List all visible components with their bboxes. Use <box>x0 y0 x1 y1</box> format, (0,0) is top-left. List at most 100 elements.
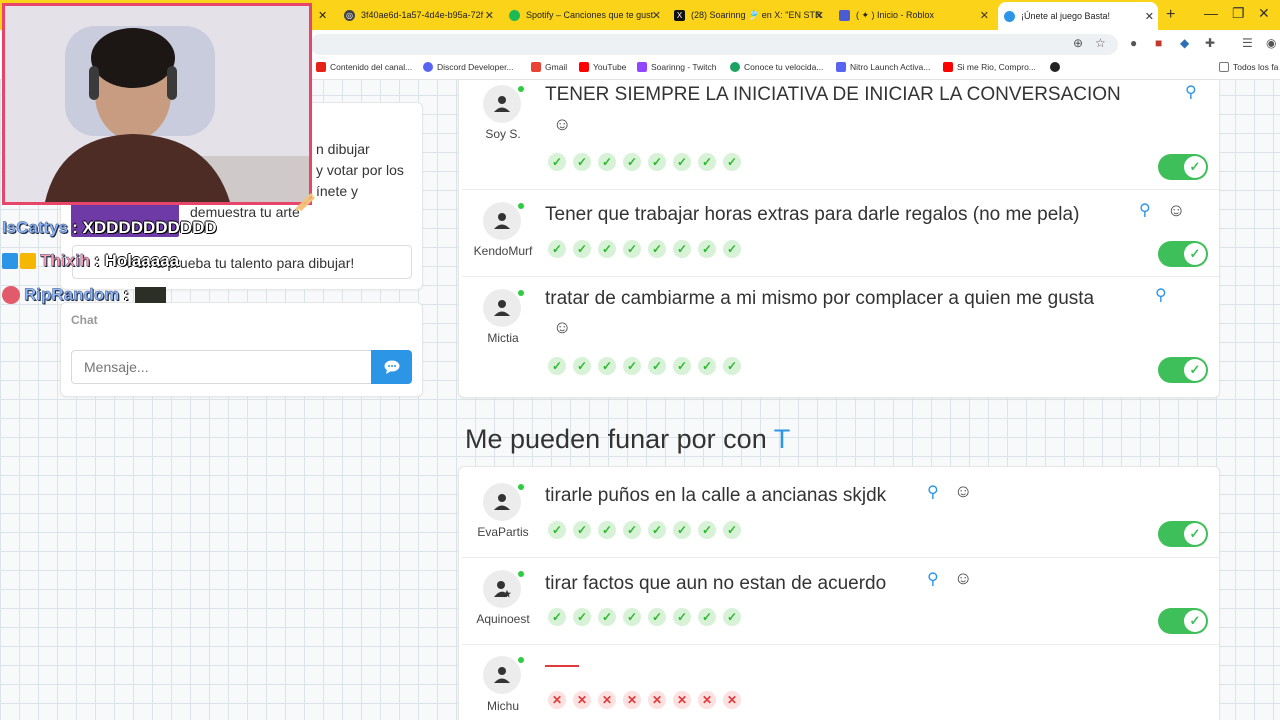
vote-check-icon: ✓ <box>598 521 616 539</box>
vote-check-icon: ✓ <box>698 608 716 626</box>
valid-toggle[interactable]: ✓ <box>1158 241 1208 267</box>
twitch-icon <box>637 62 647 72</box>
vote-check-icon: ✓ <box>673 521 691 539</box>
badge-icon <box>2 286 20 304</box>
emote-icon <box>135 287 167 303</box>
vote-check-icon: ✓ <box>573 608 591 626</box>
player-name: Aquinoest <box>476 612 530 626</box>
bookmark-folder[interactable]: Todos los fa <box>1219 62 1278 72</box>
tab-uuid[interactable]: ◎ 3f40ae6d-1a57-4d4e-b95a-72f ✕ <box>340 3 498 27</box>
vote-check-icon: ✓ <box>573 240 591 258</box>
tab-close-icon[interactable]: ✕ <box>318 3 326 27</box>
vote-check-icon: ✓ <box>673 153 691 171</box>
bookmark-item[interactable]: Discord Developer... <box>423 62 514 72</box>
answer-text: tirarle puños en la calle a ancianas skj… <box>545 485 887 506</box>
answer-text: TENER SIEMPRE LA INICIATIVA DE INICIAR L… <box>545 84 1121 105</box>
youtube-icon <box>316 62 326 72</box>
vote-check-icon: ✓ <box>598 153 616 171</box>
vote-list: ✓ ✓ ✓ ✓ ✓ ✓ ✓ ✓ <box>548 240 748 258</box>
valid-toggle[interactable]: ✓ <box>1158 608 1208 634</box>
search-icon[interactable]: ⚲ <box>1155 285 1167 305</box>
online-indicator <box>518 657 524 663</box>
x-logo-icon: X <box>674 9 685 21</box>
menu-icon[interactable]: ☰ <box>1242 36 1253 50</box>
stream-chat-line: Thixih : Holaaaaa <box>2 251 179 271</box>
add-reaction-icon[interactable]: ☺ <box>553 114 571 135</box>
chat-label: Chat <box>71 313 98 327</box>
vote-check-icon: ✓ <box>673 608 691 626</box>
tab-basta[interactable]: ¡Únete al juego Basta! ✕ <box>998 2 1158 30</box>
tab-roblox[interactable]: ( ✦ ) Inicio - Roblox ✕ <box>835 3 993 27</box>
add-reaction-icon[interactable]: ☺ <box>553 317 571 338</box>
description-text: n dibujar <box>316 141 370 157</box>
new-tab-button[interactable]: + <box>1166 6 1175 24</box>
bookmark-star-icon[interactable]: ☆ <box>1095 36 1106 50</box>
add-reaction-icon[interactable]: ☺ <box>954 568 972 589</box>
send-message-button[interactable] <box>371 350 412 384</box>
vote-check-icon: ✓ <box>623 608 641 626</box>
add-reaction-icon[interactable]: ☺ <box>954 481 972 502</box>
description-text: y votar por los <box>316 162 404 178</box>
check-icon: ✓ <box>1184 243 1206 265</box>
vote-check-icon: ✓ <box>548 240 566 258</box>
window-close-icon[interactable]: ✕ <box>1258 5 1270 22</box>
user-icon <box>494 494 510 510</box>
minimize-icon[interactable]: — <box>1204 5 1218 21</box>
check-icon: ✓ <box>1184 523 1206 545</box>
close-icon[interactable]: ✕ <box>815 9 824 22</box>
add-reaction-icon[interactable]: ☺ <box>1167 200 1185 221</box>
vote-check-icon: ✓ <box>648 608 666 626</box>
vote-cross-icon: ✕ <box>723 691 741 709</box>
search-icon[interactable]: ⚲ <box>1139 200 1151 220</box>
close-icon[interactable]: ✕ <box>980 9 989 22</box>
speedtest-icon <box>730 62 740 72</box>
vote-list: ✓ ✓ ✓ ✓ ✓ ✓ ✓ ✓ <box>548 608 748 626</box>
bookmark-item[interactable]: Contenido del canal... <box>316 62 412 72</box>
divider <box>462 189 1219 190</box>
vote-check-icon: ✓ <box>598 240 616 258</box>
close-icon[interactable]: ✕ <box>652 9 661 22</box>
vote-cross-icon: ✕ <box>548 691 566 709</box>
description-text: ínete y <box>316 183 359 199</box>
close-icon[interactable]: ✕ <box>485 9 494 22</box>
bookmark-item[interactable]: Conoce tu velocida... <box>730 62 823 72</box>
puzzle-icon[interactable]: ✚ <box>1205 36 1215 50</box>
vote-check-icon: ✓ <box>723 608 741 626</box>
spotify-icon <box>509 9 520 21</box>
valid-toggle[interactable]: ✓ <box>1158 357 1208 383</box>
extension-icon[interactable]: ◆ <box>1180 36 1189 50</box>
maximize-icon[interactable]: ❐ <box>1232 5 1245 22</box>
answers-card <box>458 80 1220 398</box>
badge-icon <box>2 253 18 269</box>
close-icon[interactable]: ✕ <box>1145 10 1154 23</box>
user-icon <box>494 96 510 112</box>
search-icon[interactable]: ⚲ <box>927 569 939 589</box>
bookmark-item[interactable]: Soarinng - Twitch <box>637 62 717 72</box>
extension-icon[interactable]: ■ <box>1155 36 1162 50</box>
vote-check-icon: ✓ <box>548 153 566 171</box>
vote-list: ✕ ✕ ✕ ✕ ✕ ✕ ✕ ✕ <box>548 691 748 709</box>
discord-icon <box>423 62 433 72</box>
bookmark-item[interactable]: YouTube <box>579 62 626 72</box>
bookmark-item[interactable]: Gmail <box>531 62 567 72</box>
address-bar[interactable] <box>310 34 1118 55</box>
vote-check-icon: ✓ <box>673 357 691 375</box>
avatar[interactable]: ◉ <box>1266 36 1276 50</box>
divider <box>462 276 1219 277</box>
message-input[interactable] <box>71 350 372 384</box>
zoom-icon[interactable]: ⊕ <box>1073 36 1083 50</box>
vote-check-icon: ✓ <box>648 153 666 171</box>
extension-icon[interactable]: ● <box>1130 36 1137 50</box>
tab-x[interactable]: X (28) Soarinng 🎐 en X: "EN STR ✕ <box>670 3 828 27</box>
player-name: Soy S. <box>485 127 521 141</box>
bookmark-item[interactable] <box>1050 62 1064 72</box>
search-icon[interactable]: ⚲ <box>1185 82 1197 102</box>
tab-spotify[interactable]: Spotify – Canciones que te gust ✕ <box>505 3 665 27</box>
valid-toggle[interactable]: ✓ <box>1158 521 1208 547</box>
avatar <box>483 289 521 327</box>
vote-check-icon: ✓ <box>723 153 741 171</box>
bookmark-item[interactable]: Nitro Launch Activa... <box>836 62 930 72</box>
bookmark-item[interactable]: Si me Rio, Compro... <box>943 62 1036 72</box>
search-icon[interactable]: ⚲ <box>927 482 939 502</box>
valid-toggle[interactable]: ✓ <box>1158 154 1208 180</box>
